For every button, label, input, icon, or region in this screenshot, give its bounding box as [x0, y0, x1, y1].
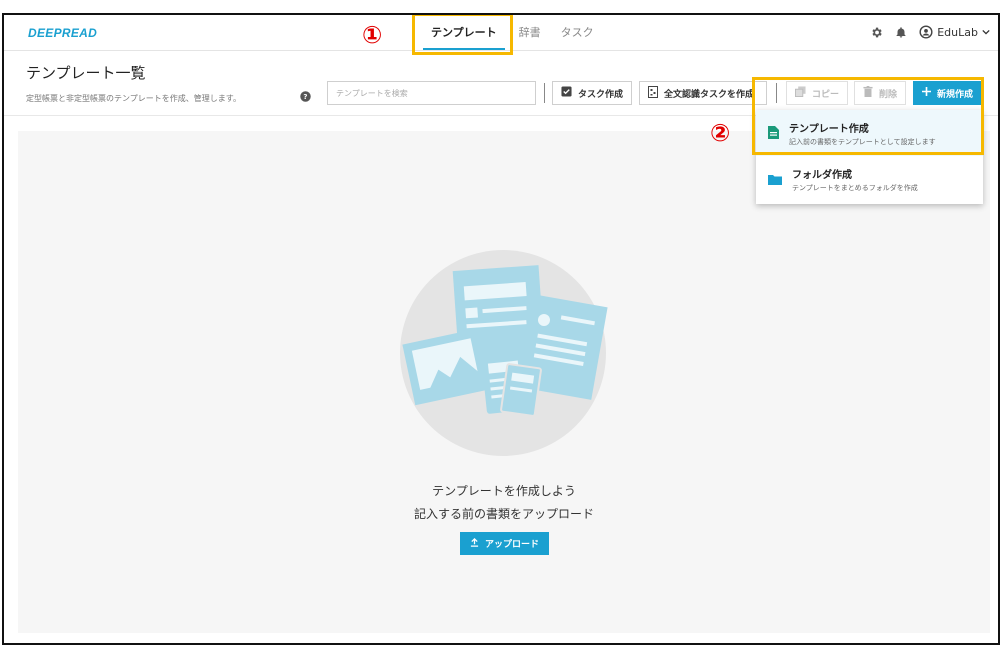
navbar-right: EduLab: [870, 25, 990, 39]
checkbox-icon: [561, 86, 572, 100]
app-window: DEEPREAD テンプレート 辞書 タスク EduLab テンプレート一覧 定…: [2, 13, 1000, 645]
folder-icon: [768, 170, 782, 189]
annotation-number-one: ①: [362, 21, 383, 49]
annotation-box-template-tab: [412, 15, 513, 55]
user-menu[interactable]: EduLab: [919, 25, 990, 39]
account-icon: [919, 25, 933, 39]
template-search-input[interactable]: [327, 81, 536, 105]
bell-icon[interactable]: [895, 26, 907, 39]
chevron-down-icon: [982, 28, 990, 36]
menu-item-title: フォルダ作成: [792, 169, 852, 181]
svg-text:?: ?: [303, 92, 307, 101]
page-description: 定型帳票と非定型帳票のテンプレートを作成、管理します。: [26, 94, 241, 103]
user-name: EduLab: [937, 25, 978, 39]
upload-button[interactable]: アップロード: [460, 532, 549, 555]
tab-task[interactable]: タスク: [551, 15, 604, 51]
empty-state-subtitle: 記入する前の書類をアップロード: [413, 507, 594, 521]
page-title: テンプレート一覧: [26, 64, 146, 82]
template-list-area: テンプレートを作成しよう 記入する前の書類をアップロード アップロード: [18, 131, 990, 633]
upload-icon: [470, 537, 479, 550]
annotation-number-two: ②: [710, 119, 731, 147]
empty-state-illustration: [400, 250, 608, 456]
empty-state-title: テンプレートを作成しよう: [432, 484, 576, 498]
help-icon[interactable]: ?: [300, 87, 311, 106]
annotation-box-template-create: [752, 77, 984, 155]
app-logo[interactable]: DEEPREAD: [28, 26, 97, 40]
gear-icon[interactable]: [870, 26, 883, 39]
task-create-button[interactable]: タスク作成: [552, 81, 632, 105]
menu-item-subtitle: テンプレートをまとめるフォルダを作成: [792, 183, 918, 192]
menu-item-folder-create[interactable]: フォルダ作成 テンプレートをまとめるフォルダを作成: [756, 156, 983, 202]
fulltext-task-button[interactable]: 全文認識タスクを作成: [639, 81, 767, 105]
tab-dictionary[interactable]: 辞書: [509, 15, 551, 51]
document-scan-icon: [648, 85, 658, 101]
toolbar-divider: [544, 83, 545, 103]
